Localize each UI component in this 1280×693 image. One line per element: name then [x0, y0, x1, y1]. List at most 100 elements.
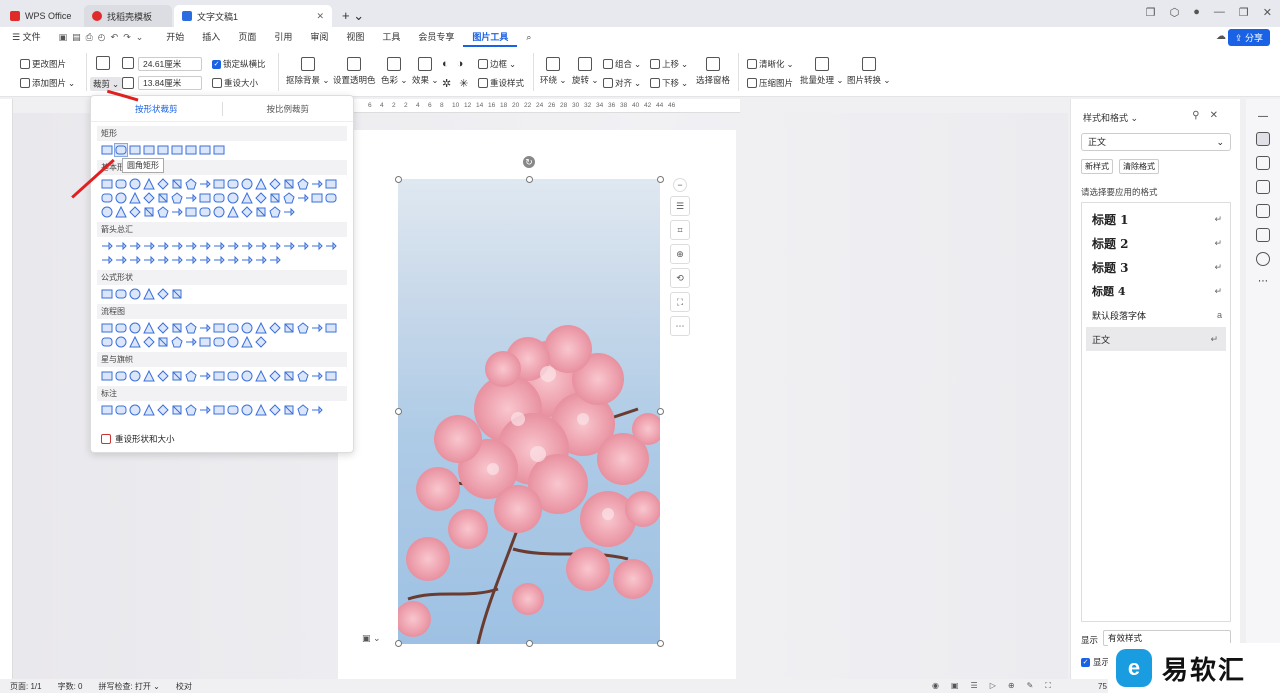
shape-option[interactable]	[269, 322, 281, 334]
shape-option[interactable]	[185, 370, 197, 382]
tab-document[interactable]: 文字文稿1 ✕	[174, 5, 332, 27]
menu-review[interactable]: 审阅	[301, 27, 337, 47]
shape-option[interactable]	[157, 288, 169, 300]
brightness-icons[interactable]: ◐◑	[442, 58, 471, 70]
resize-handle-tr[interactable]	[657, 176, 664, 183]
menu-file[interactable]: ☰ 文件	[0, 27, 50, 47]
shape-option[interactable]	[255, 192, 267, 204]
shape-option[interactable]	[157, 178, 169, 190]
shape-option[interactable]	[227, 240, 239, 252]
shape-option[interactable]	[297, 322, 309, 334]
reset-style-button[interactable]: 重设样式	[478, 77, 524, 89]
shape-option[interactable]	[255, 177, 267, 190]
shape-option[interactable]	[115, 288, 127, 300]
shape-option[interactable]	[199, 336, 211, 348]
compress-picture-button[interactable]: 压缩图片	[747, 77, 793, 89]
resize-handle-tc[interactable]	[526, 176, 533, 183]
new-tab-button[interactable]: + ⌄	[334, 5, 372, 27]
style-body[interactable]: 正文 ↵	[1086, 327, 1226, 351]
shape-option[interactable]	[199, 192, 211, 204]
shape-option[interactable]	[283, 404, 295, 416]
show-preview-checkbox[interactable]: ✓ 显示	[1081, 656, 1110, 668]
change-picture-button[interactable]: 更改图片	[20, 58, 66, 70]
shape-option[interactable]	[129, 370, 141, 382]
shape-option[interactable]	[227, 322, 239, 334]
shape-option[interactable]	[311, 240, 323, 252]
shape-option[interactable]	[227, 205, 239, 218]
search-icon[interactable]: ⌕	[517, 27, 540, 47]
shape-option[interactable]	[143, 254, 155, 266]
proofread[interactable]: 校对	[176, 681, 192, 692]
cube-icon[interactable]: ⬡	[1170, 6, 1180, 19]
zoom-level[interactable]: 75	[1098, 682, 1107, 691]
anchor-icon[interactable]: ▣ ⌄	[362, 633, 381, 644]
shape-option[interactable]	[283, 192, 295, 204]
help-icon[interactable]	[1256, 252, 1270, 266]
shape-option[interactable]	[269, 240, 281, 252]
shape-option[interactable]	[269, 404, 281, 416]
shape-option[interactable]	[129, 288, 141, 300]
maximize-icon[interactable]: ❐	[1239, 6, 1249, 19]
shape-option[interactable]	[227, 178, 239, 190]
wrap-button[interactable]: 环绕 ⌄	[540, 57, 567, 86]
clear-format-button[interactable]: 清除格式	[1119, 159, 1159, 174]
shape-option[interactable]	[157, 240, 169, 252]
shape-option[interactable]	[213, 322, 225, 334]
shape-option[interactable]	[157, 404, 169, 416]
shape-option[interactable]	[101, 192, 113, 204]
shape-option[interactable]	[171, 288, 183, 300]
menu-member[interactable]: 会员专享	[409, 27, 463, 47]
shape-option[interactable]	[115, 370, 127, 382]
menu-picture-tools[interactable]: 图片工具	[463, 27, 518, 47]
shape-option[interactable]	[199, 144, 211, 156]
collapse-sidebar-icon[interactable]: —	[1246, 111, 1280, 122]
shape-option[interactable]	[185, 144, 197, 156]
shape-option[interactable]	[297, 192, 309, 204]
shape-option[interactable]	[255, 403, 267, 416]
send-down-button[interactable]: 下移 ⌄	[650, 77, 688, 89]
shape-option[interactable]	[115, 178, 127, 190]
shape-option[interactable]	[171, 192, 183, 204]
shape-option[interactable]	[101, 144, 113, 156]
shape-option[interactable]	[143, 321, 155, 334]
shape-option[interactable]	[129, 404, 141, 416]
layout-options-icon[interactable]: ☰	[670, 196, 690, 216]
menu-view[interactable]: 视图	[337, 27, 373, 47]
shape-option[interactable]	[129, 144, 141, 156]
style-heading-4[interactable]: 标题 4 ↵	[1082, 279, 1230, 303]
shape-option[interactable]	[269, 370, 281, 382]
shape-option[interactable]	[297, 178, 309, 190]
rotate-button[interactable]: 旋转 ⌄	[572, 57, 599, 86]
shape-option[interactable]	[129, 254, 141, 266]
shape-option[interactable]	[171, 206, 183, 218]
shape-option[interactable]	[213, 206, 225, 218]
panel-title[interactable]: 样式和格式 ⌄	[1083, 111, 1138, 124]
crop-tool-icon[interactable]: ⌗	[670, 220, 690, 240]
shape-option[interactable]	[157, 254, 169, 266]
shape-option[interactable]	[129, 322, 141, 334]
shape-option[interactable]	[241, 254, 253, 266]
shape-option[interactable]	[241, 191, 253, 204]
close-panel-icon[interactable]: ✕	[1210, 110, 1228, 121]
shape-option[interactable]	[157, 336, 169, 348]
shape-option[interactable]	[115, 336, 127, 348]
menu-home[interactable]: 开始	[157, 27, 193, 47]
shape-option[interactable]	[283, 206, 295, 218]
shape-option[interactable]	[171, 178, 183, 190]
shape-option[interactable]	[283, 240, 295, 252]
shape-option[interactable]	[297, 370, 309, 382]
shape-option[interactable]	[157, 144, 169, 156]
shape-option[interactable]	[199, 178, 211, 190]
shape-option[interactable]	[283, 178, 295, 190]
shape-option[interactable]	[311, 370, 323, 382]
shape-option[interactable]	[213, 192, 225, 204]
shape-option[interactable]	[241, 335, 253, 348]
shape-option[interactable]	[241, 178, 253, 190]
shape-option[interactable]	[185, 178, 197, 190]
shape-option[interactable]	[227, 192, 239, 204]
shape-option[interactable]	[199, 404, 211, 416]
shape-option[interactable]	[269, 254, 281, 266]
close-tab-icon[interactable]: ✕	[308, 11, 324, 22]
width-input[interactable]: 24.61厘米	[138, 57, 202, 71]
lock-ratio-checkbox[interactable]: ✓ 锁定纵横比	[212, 58, 266, 70]
